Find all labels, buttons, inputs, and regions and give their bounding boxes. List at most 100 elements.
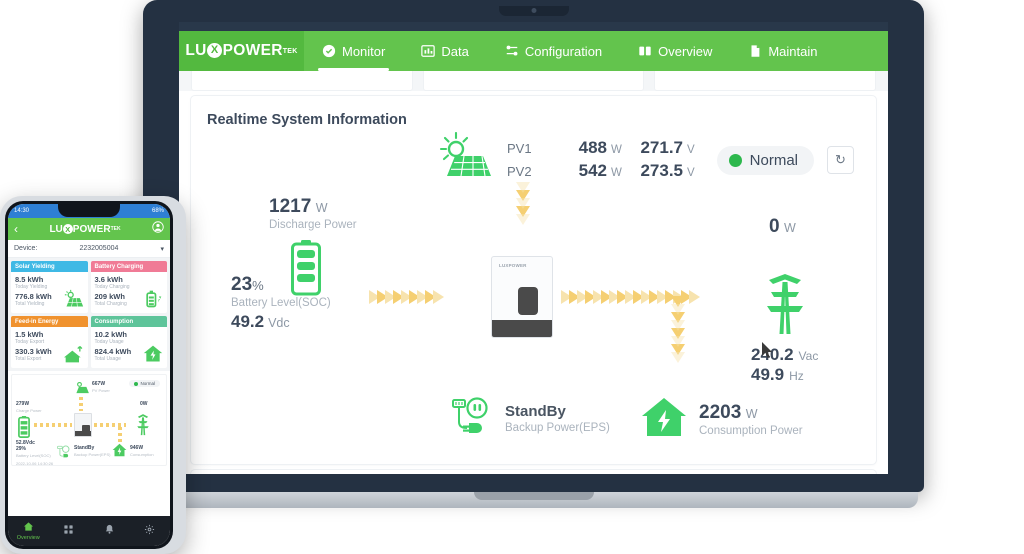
card-solar-yielding[interactable]: Solar Yielding 8.5 kWh Today Yielding 77… (11, 261, 88, 313)
phone-bezel: 14:30 68% ‹ LU X POWER TEK Device: 22320050… (5, 201, 173, 549)
battery-icon-mini (18, 416, 30, 443)
pv-name: PV1 (507, 141, 532, 156)
solar-panel-icon (439, 131, 493, 187)
card-title: Battery Charging (90, 261, 167, 272)
battery-node: 23 % Battery Level(SOC) 49.2 Vdc (231, 240, 331, 332)
tab-settings[interactable] (130, 524, 171, 538)
nav-item-monitor[interactable]: Monitor (304, 31, 403, 71)
phone-screen: 14:30 68% ‹ LU X POWER TEK Device: 22320050… (8, 204, 170, 546)
laptop-device: Total Yielding Total Discharging Total L… (143, 0, 924, 508)
card-battery-charging[interactable]: Battery Charging 3.6 kWh Today Charging … (90, 261, 167, 313)
flow-bus-to-load (671, 296, 685, 363)
grid-power-node: 0 W (769, 216, 796, 238)
laptop-lid: Total Yielding Total Discharging Total L… (143, 0, 924, 492)
flow-battery-to-inverter (369, 290, 444, 304)
tab-label: Overview (16, 535, 40, 541)
card-total-value: 330.3 kWh (15, 347, 52, 356)
card-today-value: 3.6 kWh (94, 275, 123, 284)
card-consumption[interactable]: Consumption 10.2 kWh Today Usage 824.4 k… (90, 316, 168, 368)
mouse-cursor (762, 342, 774, 360)
pv-node: PV1 488 W 271.7 V PV2 542 W 273.5 V (439, 131, 695, 187)
card-today-label: Today Charging (94, 284, 130, 290)
inverter-base (492, 320, 552, 337)
mini-flow-pv (79, 397, 83, 411)
file-icon (748, 44, 762, 58)
mini-eps-title: StandBy (74, 445, 95, 451)
phone-flow-diagram: 667W PV Power 279W Charge Power 52.8Vdc … (11, 374, 167, 466)
tab-overview[interactable]: Overview (8, 521, 49, 541)
mini-grid-value: 0W (140, 401, 148, 407)
battery-voltage-row: 49.2 Vdc (231, 312, 331, 332)
inverter-display (518, 287, 538, 315)
refresh-button[interactable]: ↻ (827, 146, 854, 174)
card-title: Feed-in Energy (11, 316, 88, 327)
phone-luxpower-logo: LU X POWER TEK (49, 224, 120, 235)
tab-grid[interactable] (49, 524, 90, 538)
ph-brand-pre: LU (49, 223, 63, 235)
account-icon[interactable] (152, 220, 164, 238)
grid-node: 240.2 Vac 49.9 Hz (751, 274, 818, 385)
phone-body: 14:30 68% ‹ LU X POWER TEK Device: 22320050… (0, 196, 186, 554)
brand-tm: TEK (282, 47, 298, 55)
nav-item-overview[interactable]: Overview (620, 31, 730, 71)
device-selector[interactable]: Device: 2232005004 ▾ (8, 240, 170, 258)
ph-brand-tm: TEK (110, 226, 121, 232)
mini-battery-label: Battery Level(SOC) (16, 453, 51, 458)
device-value: 2232005004 (79, 245, 119, 252)
card-total-value: 776.8 kWh (15, 292, 52, 301)
card-body: 8.5 kWh Today Yielding 776.8 kWh Total Y… (11, 272, 88, 313)
ph-brand-x: X (62, 224, 73, 234)
nav-label: Data (441, 43, 469, 59)
tab-notifications[interactable] (89, 524, 130, 538)
card-today-label: Today Usage (94, 339, 124, 345)
book-icon (638, 44, 652, 58)
eps-values: StandBy Backup Power(EPS) (505, 403, 610, 434)
mini-timestamp: 2022-10-06 14:30:26 (16, 461, 54, 466)
card-today-label: Today Yielding (15, 284, 48, 290)
eps-node: StandBy Backup Power(EPS) (449, 396, 610, 441)
house-icon-mini (112, 443, 127, 462)
grid-voltage-unit: Vac (798, 349, 819, 363)
grid-frequency-value: 49.9 (751, 365, 785, 384)
battery-icon (143, 289, 163, 309)
mini-charge-value: 279W (16, 401, 30, 407)
mini-status-dot-icon (134, 381, 139, 386)
chevron-down-icon: ▾ (160, 245, 164, 253)
mini-load-label: Consumption (130, 452, 154, 457)
statusbar-battery: 68% (151, 208, 164, 214)
grid-frequency-row: 49.9 Hz (751, 365, 804, 385)
inverter-icon-mini (74, 413, 92, 437)
card-title: Consumption (90, 316, 167, 327)
grid-tower-icon (763, 274, 807, 341)
pv-power-unit: W (611, 144, 622, 156)
chart-icon (421, 44, 436, 58)
card-body: 10.2 kWh Today Usage 824.4 kWh Total Usa… (91, 327, 168, 368)
pv-voltage: 271.7 (640, 138, 683, 157)
grid-frequency-unit: Hz (789, 369, 804, 383)
card-total-value: 824.4 kWh (94, 347, 132, 356)
nav-item-data[interactable]: Data (403, 31, 486, 71)
laptop-trackpad-notch (473, 492, 594, 500)
refresh-icon: ↻ (835, 152, 846, 167)
nav-item-configuration[interactable]: Configuration (487, 31, 620, 71)
nav-item-maintain[interactable]: Maintain (730, 31, 835, 71)
card-values: 8.5 kWh Today Yielding 776.8 kWh Total Y… (15, 275, 52, 309)
battery-icon (291, 240, 321, 301)
consumption-node: 2203 W Consumption Power (641, 396, 803, 443)
pv-voltage-unit: V (687, 167, 695, 179)
status-dot-icon (728, 154, 742, 167)
back-icon[interactable]: ‹ (14, 222, 18, 236)
mini-pv-value: 667W (92, 381, 106, 387)
status-label: Normal (749, 152, 798, 169)
brand-pre: LU (185, 42, 207, 59)
phone-device: 14:30 68% ‹ LU X POWER TEK Device: 22320050… (0, 196, 186, 554)
card-values: 3.6 kWh Today Charging 209 kWh Total Cha… (95, 275, 130, 309)
nav-label: Configuration (524, 43, 603, 59)
phone-notch (58, 204, 120, 217)
mini-load-value: 946W (130, 445, 144, 451)
card-today-label: Today Export (15, 339, 45, 345)
consumption-power-value: 2203 (699, 402, 742, 423)
top-navbar: LU X POWER TEK Monitor Data Configuratio… (179, 31, 888, 71)
discharge-power-node: 1217 W Discharge Power (269, 196, 357, 231)
card-feed-in-energy[interactable]: Feed-in Energy 1.5 kWh Today Export 330.… (11, 316, 88, 368)
